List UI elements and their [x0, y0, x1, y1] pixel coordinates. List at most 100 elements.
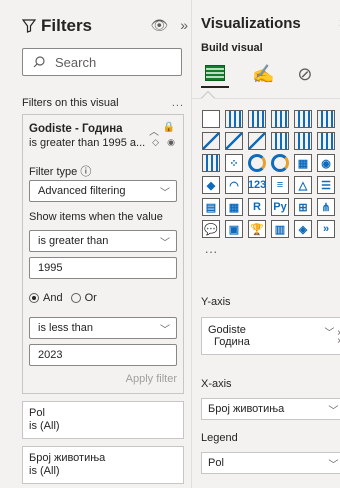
- yaxis-label: Y-axis: [201, 296, 231, 308]
- visualizations-pane: Visualizations › Build visual ✍ ⊘ ⁘▦◉◆◠1…: [192, 0, 340, 488]
- viz-tabs: ✍ ⊘: [201, 60, 313, 88]
- table-grid-icon: [205, 65, 225, 81]
- filter-card-pol[interactable]: Pol is (All): [22, 401, 184, 439]
- stacked-column-icon[interactable]: [294, 110, 312, 128]
- gauge-icon[interactable]: ◠: [225, 176, 243, 194]
- condition1-operator: is greater than: [38, 235, 109, 247]
- condition1-value-input[interactable]: 1995: [29, 257, 177, 279]
- clear-filter-icon[interactable]: ◇: [152, 137, 159, 148]
- yaxis-field: Godiste: [208, 324, 246, 336]
- line-chart-icon[interactable]: [202, 132, 220, 150]
- slicer-icon[interactable]: ☰: [317, 176, 335, 194]
- analytics-magnifier-icon[interactable]: ⊘: [297, 64, 312, 85]
- search-input[interactable]: Search: [22, 48, 182, 76]
- condition2-operator-dropdown[interactable]: is less than ﹀: [29, 317, 177, 339]
- tab-build-visual[interactable]: [201, 60, 229, 88]
- card-summary: is (All): [29, 465, 60, 477]
- filter-card-godiste[interactable]: Godiste - Година is greater than 1995 a.…: [22, 114, 184, 394]
- clustered-bar-icon[interactable]: [248, 110, 266, 128]
- donut-chart-icon[interactable]: [271, 154, 289, 172]
- funnel-icon[interactable]: [202, 154, 220, 172]
- filters-section-header: Filters on this visual ...: [22, 97, 184, 109]
- scatter-icon[interactable]: ⁘: [225, 154, 243, 172]
- r-visual-icon[interactable]: R: [248, 198, 266, 216]
- combo-icon[interactable]: [317, 132, 335, 150]
- condition1-value: 1995: [38, 262, 63, 274]
- more-visuals-icon[interactable]: ···: [202, 242, 220, 260]
- and-label: And: [43, 292, 63, 304]
- filter-icon: [22, 19, 36, 33]
- filled-map-icon[interactable]: ◆: [202, 176, 220, 194]
- stacked-bar-icon[interactable]: [225, 110, 243, 128]
- visualizations-title: Visualizations: [201, 15, 301, 32]
- yaxis-subfield: Година: [214, 336, 250, 348]
- matrix-icon[interactable]: ▤: [202, 198, 220, 216]
- collapse-card-icon[interactable]: ︿: [149, 123, 159, 138]
- clustered-column-icon[interactable]: [317, 110, 335, 128]
- area-chart-icon[interactable]: [225, 132, 243, 150]
- collapse-pane-icon[interactable]: »: [180, 17, 188, 34]
- qa-icon[interactable]: 💬: [202, 220, 220, 238]
- card-icon[interactable]: 123: [248, 176, 266, 194]
- visibility-icon[interactable]: ◉: [167, 137, 175, 148]
- filter-card-broj-zivotinja[interactable]: Број животиња is (All): [22, 446, 184, 484]
- grid-table-icon[interactable]: ▦: [225, 198, 243, 216]
- multirow-card-icon[interactable]: ≡: [271, 176, 289, 194]
- pie-chart-icon[interactable]: [248, 154, 266, 172]
- card-summary: is (All): [29, 420, 60, 432]
- legend-field: Pol: [208, 457, 224, 469]
- card-title: Број животиња: [29, 452, 106, 464]
- visual-type-gallery: ⁘ ▦ ◉ ◆ ◠ 123 ≡ △ ☰ ▤ ▦ R Py ⊞ ⋔ 💬 ▣ 🏆 ▥ ◈ » ···: [202, 110, 340, 264]
- filters-title: Filters: [41, 16, 93, 35]
- filter-type-label: Filter type ⓘ: [29, 166, 92, 178]
- tab-caret: [200, 90, 216, 106]
- filter-type-value: Advanced filtering: [38, 185, 126, 197]
- paginated-report-icon[interactable]: ▥: [271, 220, 289, 238]
- map-icon[interactable]: ◉: [317, 154, 335, 172]
- waterfall-icon[interactable]: [294, 132, 312, 150]
- xaxis-well[interactable]: Број животиња ﹀ ×: [201, 398, 340, 420]
- condition1-operator-dropdown[interactable]: is greater than ﹀: [29, 230, 177, 252]
- stacked-area-icon[interactable]: [248, 132, 266, 150]
- yaxis-well[interactable]: Godiste﹀ × Година×: [201, 317, 340, 355]
- chevron-down-icon: ﹀: [160, 237, 170, 249]
- show-items-label: Show items when the value: [29, 211, 163, 223]
- column-chart-icon[interactable]: [271, 110, 289, 128]
- apply-filter-button[interactable]: Apply filter: [126, 373, 177, 385]
- section-label: Filters on this visual: [22, 97, 119, 109]
- goals-icon[interactable]: 🏆: [248, 220, 266, 238]
- search-icon: [33, 56, 45, 68]
- power-apps-icon[interactable]: ◈: [294, 220, 312, 238]
- table-icon[interactable]: [202, 110, 220, 128]
- or-label: Or: [84, 292, 97, 304]
- chevron-down-icon: ﹀: [160, 324, 170, 336]
- logic-radio-group: And Or: [29, 292, 177, 304]
- legend-label: Legend: [201, 432, 238, 444]
- section-more-button[interactable]: ...: [172, 97, 184, 109]
- format-paintbrush-icon[interactable]: ✍: [252, 64, 274, 85]
- chevron-down-icon: ﹀: [160, 187, 170, 199]
- filters-header: Filters 👁 »: [22, 14, 188, 38]
- lock-icon[interactable]: 🔒: [163, 122, 175, 133]
- card-title: Pol: [29, 407, 45, 419]
- smart-narrative-icon[interactable]: ▣: [225, 220, 243, 238]
- kpi-icon[interactable]: △: [294, 176, 312, 194]
- filter-type-dropdown[interactable]: Advanced filtering ﹀: [29, 180, 177, 202]
- treemap-icon[interactable]: ▦: [294, 154, 312, 172]
- search-placeholder: Search: [55, 54, 97, 70]
- legend-well[interactable]: Pol ﹀ ×: [201, 452, 340, 474]
- expand-remove-icon[interactable]: ﹀ ×: [328, 456, 340, 471]
- condition2-value-input[interactable]: 2023: [29, 344, 177, 366]
- ribbon-icon[interactable]: [271, 132, 289, 150]
- eye-icon[interactable]: 👁: [150, 17, 168, 34]
- python-visual-icon[interactable]: Py: [271, 198, 289, 216]
- and-radio[interactable]: [29, 293, 39, 303]
- key-influencers-icon[interactable]: ⊞: [294, 198, 312, 216]
- decomposition-tree-icon[interactable]: ⋔: [317, 198, 335, 216]
- power-automate-icon[interactable]: »: [317, 220, 335, 238]
- or-radio[interactable]: [70, 293, 81, 303]
- condition2-value: 2023: [38, 349, 63, 361]
- expand-remove-icon[interactable]: ﹀ ×: [328, 402, 340, 417]
- card-header: Godiste - Година is greater than 1995 a.…: [29, 122, 177, 149]
- condition2-operator: is less than: [38, 322, 94, 334]
